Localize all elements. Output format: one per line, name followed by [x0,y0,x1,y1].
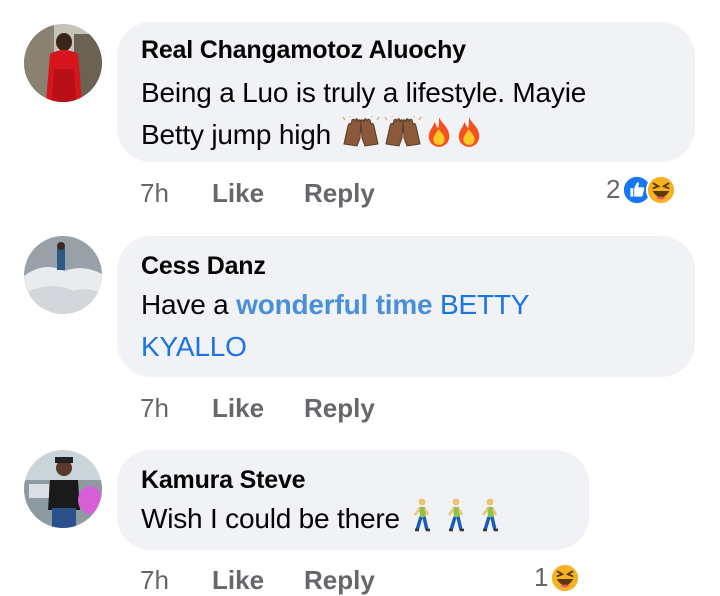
haha-reaction-icon [646,175,676,205]
reply-button[interactable]: Reply [304,178,375,209]
walking-person-icon [443,498,467,532]
comment-author[interactable]: Real Changamotoz Aluochy [141,36,466,65]
like-button[interactable]: Like [212,393,264,424]
raising-hands-icon [341,116,381,148]
mention-link[interactable]: KYALLO [141,326,529,368]
reaction-summary[interactable]: 2 [606,174,676,205]
comment-text-fragment: Betty jump high [141,119,331,150]
comment-timestamp[interactable]: 7h [140,393,169,424]
avatar[interactable] [24,450,102,528]
comment-author[interactable]: Cess Danz [141,252,266,281]
comment-bubble: Kamura Steve Wish I could be there [117,450,589,550]
comment-text-line: Wish I could be there [141,498,501,540]
reaction-count: 1 [534,562,549,592]
avatar[interactable] [24,236,102,314]
mention-link[interactable]: BETTY [432,289,529,320]
highlighted-phrase[interactable]: wonderful time [236,289,433,320]
like-button[interactable]: Like [212,178,264,209]
walking-person-icon [477,498,501,532]
comment-text-fragment: Wish I could be there [141,503,400,534]
comment-timestamp[interactable]: 7h [140,565,169,596]
reaction-summary[interactable]: 1 [534,562,580,593]
comment-text: Being a Luo is truly a lifestyle. Mayie … [141,72,586,156]
walking-person-icon [409,498,433,532]
comment-text: Wish I could be there [141,498,501,540]
comment-text-fragment: Have a [141,289,237,320]
comment-timestamp[interactable]: 7h [140,178,169,209]
reaction-count: 2 [606,174,621,204]
comment-text-line: Betty jump high [141,114,586,156]
fire-icon [455,116,483,148]
comment-text-line: Being a Luo is truly a lifestyle. Mayie [141,77,587,108]
like-button[interactable]: Like [212,565,264,596]
reply-button[interactable]: Reply [304,393,375,424]
comment-bubble: Real Changamotoz Aluochy Being a Luo is … [117,22,695,162]
comment-bubble: Cess Danz Have a wonderful time BETTY KY… [117,236,695,377]
raising-hands-icon [383,116,423,148]
comment-text: Have a wonderful time BETTY KYALLO [141,284,529,368]
comment-text-line: Have a wonderful time BETTY [141,284,529,326]
comment-author[interactable]: Kamura Steve [141,466,306,495]
avatar[interactable] [24,24,102,102]
reply-button[interactable]: Reply [304,565,375,596]
fire-icon [425,116,453,148]
haha-reaction-icon [550,563,580,593]
